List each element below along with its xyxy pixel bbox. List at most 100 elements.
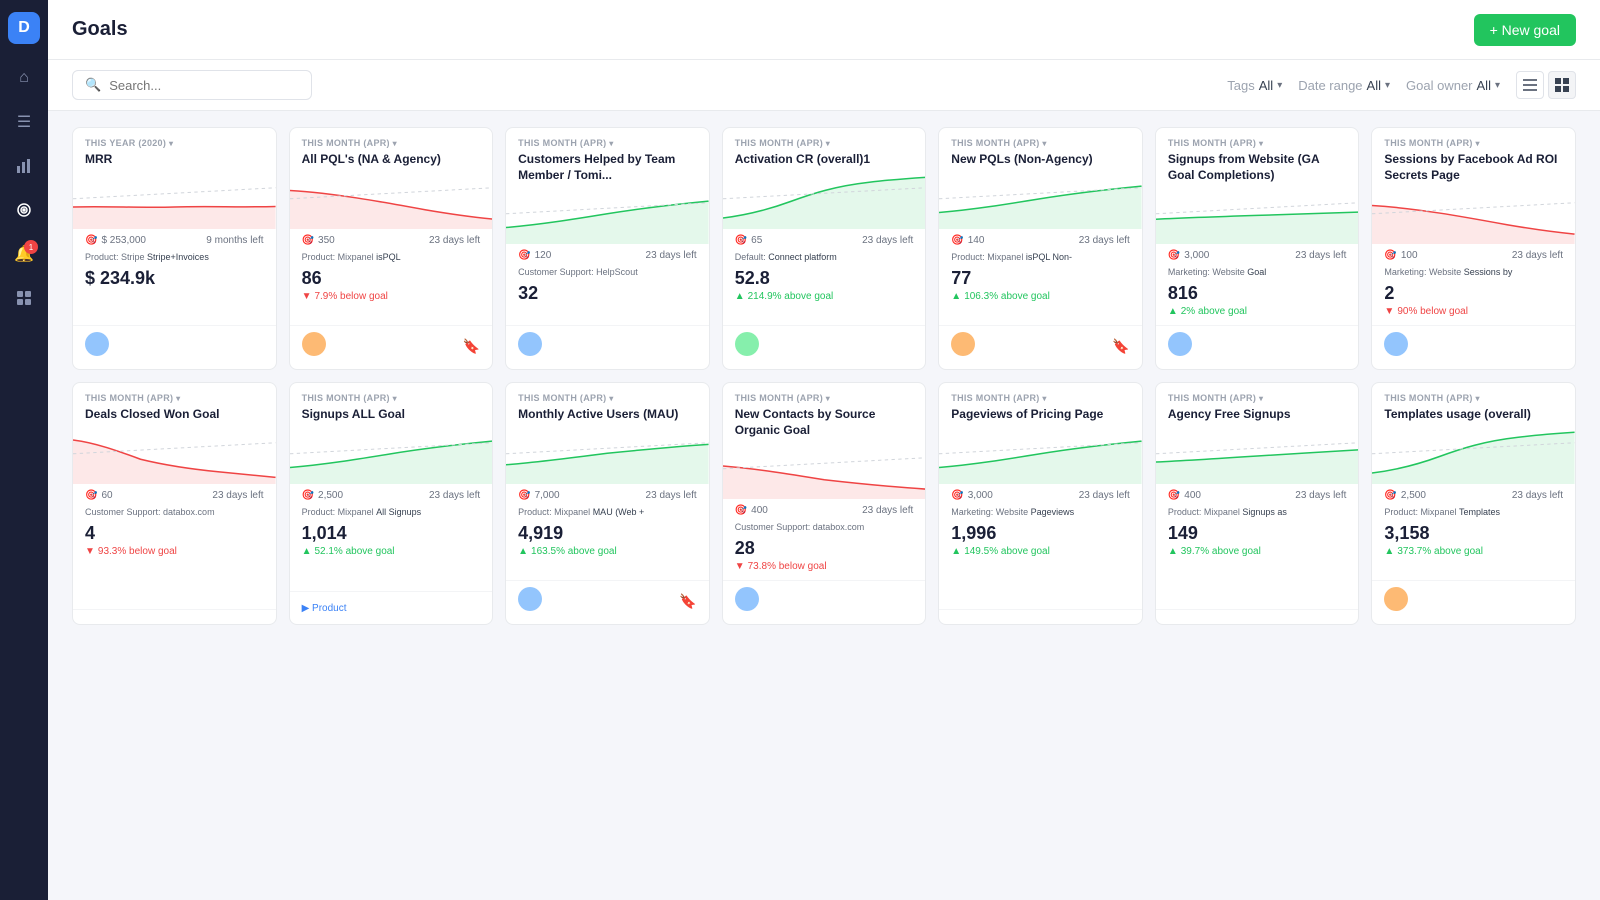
grid-view-button[interactable] <box>1548 71 1576 99</box>
card-value: 4,919 <box>506 521 709 546</box>
sidebar-item-alerts[interactable]: 🔔 1 <box>6 236 42 272</box>
card-goal-info: 🎯 $ 253,000 <box>85 235 146 246</box>
card-title: Templates usage (overall) <box>1372 407 1575 429</box>
card-header: THIS MONTH (APR) ▾ <box>290 128 493 152</box>
sidebar-item-goals[interactable] <box>6 192 42 228</box>
avatar <box>518 587 542 611</box>
avatar <box>518 332 542 356</box>
change-percent: 214.9% above goal <box>748 291 834 302</box>
card-title: Sessions by Facebook Ad ROI Secrets Page <box>1372 152 1575 189</box>
source-name: Pageviews <box>1031 507 1075 517</box>
goal-card[interactable]: THIS MONTH (APR) ▾ Pageviews of Pricing … <box>938 382 1143 625</box>
days-left: 23 days left <box>429 490 480 501</box>
source-name: isPQL <box>376 252 401 262</box>
change-percent: 52.1% above goal <box>314 546 394 557</box>
card-chart <box>73 429 276 484</box>
goal-card[interactable]: THIS MONTH (APR) ▾ Signups ALL Goal 🎯 2,… <box>289 382 494 625</box>
card-footer-left <box>1168 332 1192 361</box>
card-source: Marketing: Website Goal <box>1156 265 1359 281</box>
card-source: Product: Mixpanel MAU (Web + <box>506 505 709 521</box>
sidebar: D ⌂ ☰ 🔔 1 <box>0 0 48 900</box>
goal-card[interactable]: THIS MONTH (APR) ▾ Signups from Website … <box>1155 127 1360 370</box>
sidebar-item-integrations[interactable] <box>6 280 42 316</box>
days-left: 23 days left <box>1295 250 1346 261</box>
app-logo[interactable]: D <box>8 12 40 44</box>
arrow-up-icon: ▲ <box>735 291 745 302</box>
card-period: THIS MONTH (APR) ▾ <box>1384 393 1479 403</box>
arrow-up-icon: ▲ <box>951 546 961 557</box>
tags-label: Tags <box>1227 78 1254 93</box>
tags-filter[interactable]: Tags All ▾ <box>1227 78 1282 93</box>
goal-card[interactable]: THIS MONTH (APR) ▾ Deals Closed Won Goal… <box>72 382 277 625</box>
card-stats: 🎯 2,500 23 days left <box>1372 484 1575 505</box>
card-goal-info: 🎯 120 <box>518 250 551 261</box>
list-view-button[interactable] <box>1516 71 1544 99</box>
search-input[interactable] <box>109 78 299 93</box>
date-range-filter[interactable]: Date range All ▾ <box>1298 78 1390 93</box>
card-change: ▼ 7.9% below goal <box>290 291 493 310</box>
goal-card[interactable]: THIS MONTH (APR) ▾ New Contacts by Sourc… <box>722 382 927 625</box>
card-footer-left <box>1384 587 1408 616</box>
goal-card[interactable]: THIS YEAR (2020) ▾ MRR 🎯 $ 253,000 9 mon… <box>72 127 277 370</box>
change-percent: 39.7% above goal <box>1181 546 1261 557</box>
card-chart <box>290 174 493 229</box>
card-chart <box>506 429 709 484</box>
goal-card[interactable]: THIS MONTH (APR) ▾ Activation CR (overal… <box>722 127 927 370</box>
card-goal-info: 🎯 400 <box>1168 490 1201 501</box>
goal-card[interactable]: THIS MONTH (APR) ▾ Sessions by Facebook … <box>1371 127 1576 370</box>
goal-value: 60 <box>101 490 112 501</box>
card-value: 2 <box>1372 281 1575 306</box>
card-footer-left: ▶ Product <box>302 598 347 616</box>
sidebar-item-chart[interactable] <box>6 148 42 184</box>
metric-icon: 🎯 <box>85 235 97 246</box>
goal-value: $ 253,000 <box>101 235 146 246</box>
goal-card[interactable]: THIS MONTH (APR) ▾ Agency Free Signups 🎯… <box>1155 382 1360 625</box>
card-header: THIS MONTH (APR) ▾ <box>1372 128 1575 152</box>
goal-card[interactable]: THIS MONTH (APR) ▾ New PQLs (Non-Agency)… <box>938 127 1143 370</box>
card-footer-left <box>1384 332 1408 361</box>
card-header: THIS MONTH (APR) ▾ <box>290 383 493 407</box>
metric-icon: 🎯 <box>951 490 963 501</box>
goal-owner-label: Goal owner <box>1406 78 1472 93</box>
card-footer <box>723 580 926 624</box>
source-name: MAU (Web + <box>593 507 645 517</box>
date-range-value: All <box>1367 78 1381 93</box>
goal-card[interactable]: THIS MONTH (APR) ▾ Monthly Active Users … <box>505 382 710 625</box>
card-source: Product: Mixpanel isPQL Non- <box>939 250 1142 266</box>
days-left: 23 days left <box>1512 490 1563 501</box>
card-value: 32 <box>506 281 709 306</box>
goal-card[interactable]: THIS MONTH (APR) ▾ All PQL's (NA & Agenc… <box>289 127 494 370</box>
goal-owner-filter[interactable]: Goal owner All ▾ <box>1406 78 1500 93</box>
card-title: Monthly Active Users (MAU) <box>506 407 709 429</box>
footer-tag: ▶ Product <box>302 603 347 614</box>
card-chart <box>939 429 1142 484</box>
card-change: ▲ 373.7% above goal <box>1372 546 1575 565</box>
card-goal-info: 🎯 2,500 <box>1384 490 1425 501</box>
card-footer <box>723 325 926 369</box>
new-goal-button[interactable]: + New goal <box>1474 14 1576 46</box>
card-period: THIS MONTH (APR) ▾ <box>735 138 830 148</box>
change-percent: 163.5% above goal <box>531 546 617 557</box>
metric-icon: 🎯 <box>951 235 963 246</box>
source-name: All Signups <box>376 507 421 517</box>
search-box[interactable]: 🔍 <box>72 70 312 100</box>
card-footer-left <box>518 332 542 361</box>
page-title: Goals <box>72 18 128 41</box>
avatar <box>1384 587 1408 611</box>
card-goal-info: 🎯 60 <box>85 490 113 501</box>
goal-card[interactable]: THIS MONTH (APR) ▾ Customers Helped by T… <box>505 127 710 370</box>
card-stats: 🎯 60 23 days left <box>73 484 276 505</box>
card-source: Customer Support: databox.com <box>73 505 276 521</box>
change-percent: 149.5% above goal <box>964 546 1050 557</box>
sidebar-item-list[interactable]: ☰ <box>6 104 42 140</box>
card-value: 3,158 <box>1372 521 1575 546</box>
card-value: 28 <box>723 536 926 561</box>
metric-icon: 🎯 <box>302 235 314 246</box>
goal-card[interactable]: THIS MONTH (APR) ▾ Templates usage (over… <box>1371 382 1576 625</box>
change-percent: 73.8% below goal <box>748 561 827 572</box>
sidebar-item-home[interactable]: ⌂ <box>6 60 42 96</box>
days-left: 23 days left <box>429 235 480 246</box>
card-footer-right: 🔖 <box>463 338 480 356</box>
source-name: Connect platform <box>768 252 837 262</box>
card-value: 77 <box>939 266 1142 291</box>
